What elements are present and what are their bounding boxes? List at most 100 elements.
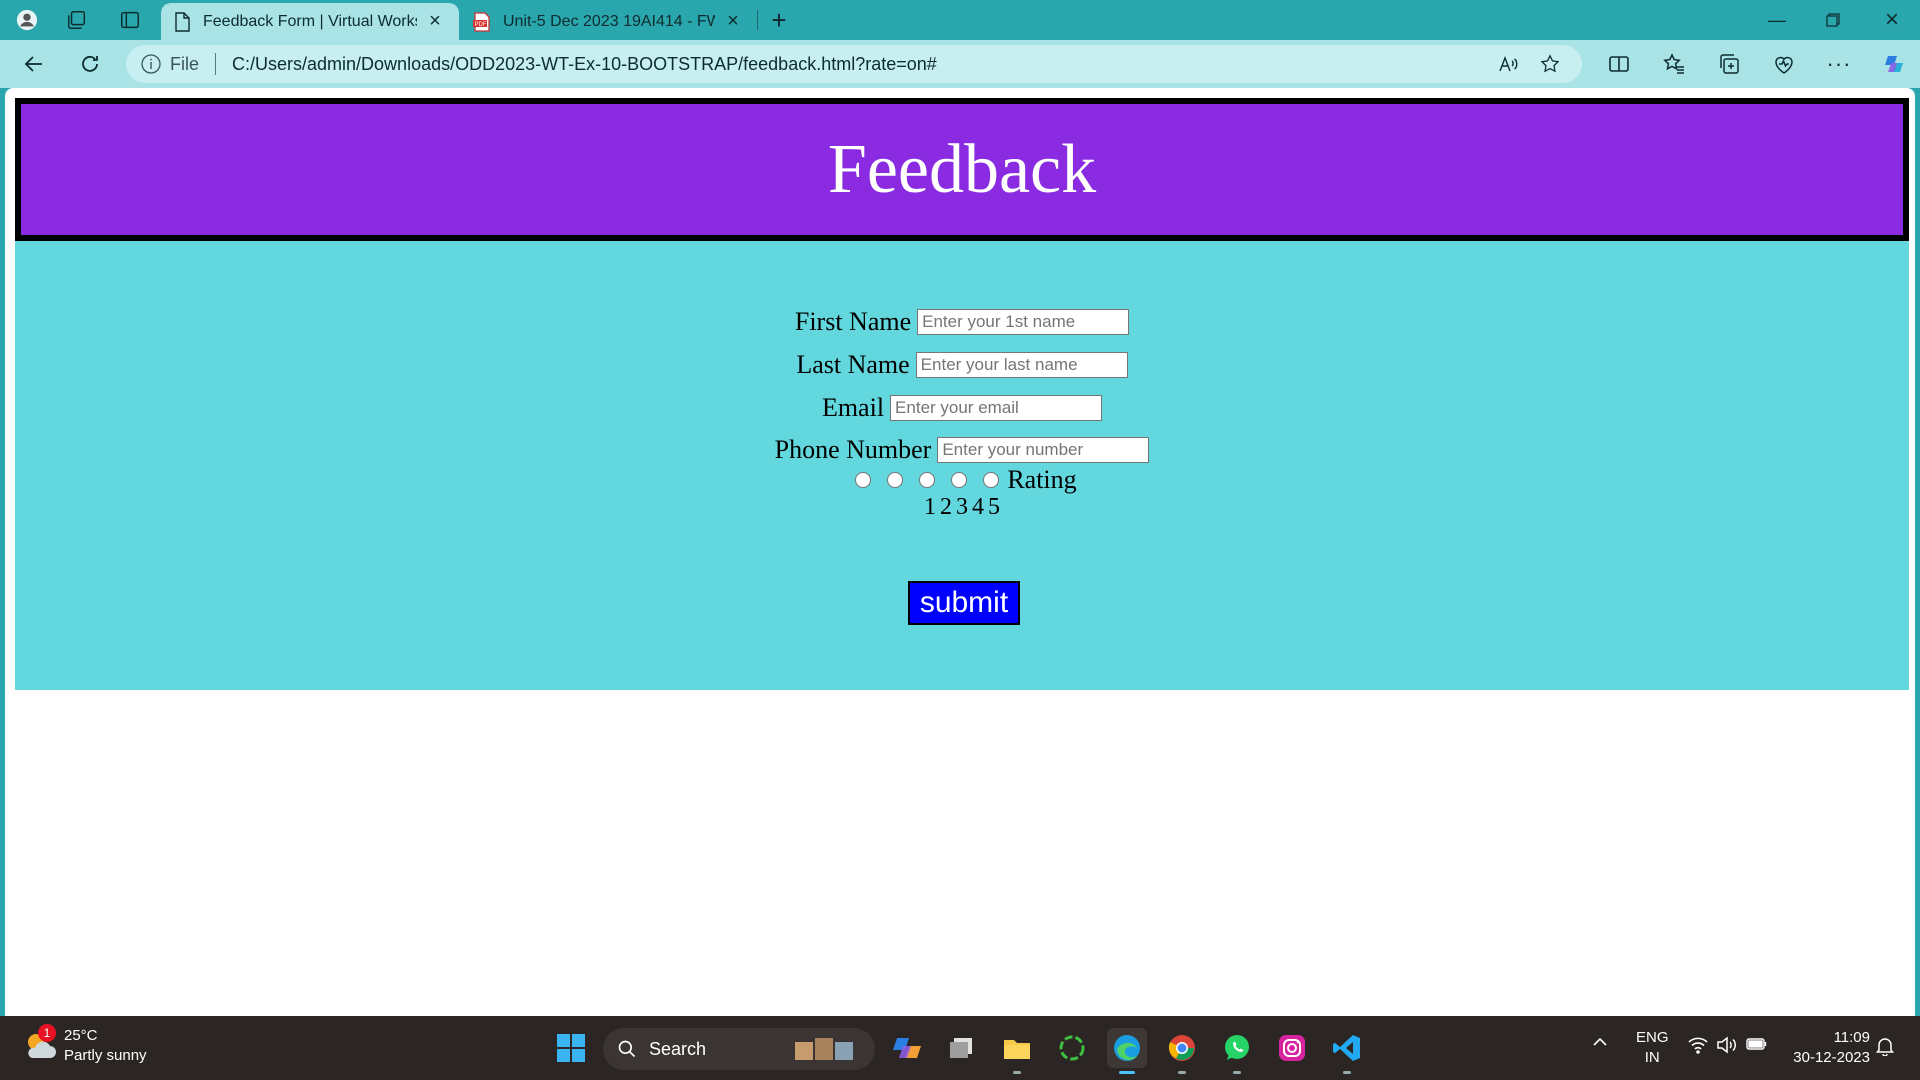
read-aloud-icon[interactable] xyxy=(1490,46,1526,82)
svg-text:PDF: PDF xyxy=(475,22,487,28)
close-window-icon[interactable]: × xyxy=(1864,0,1920,40)
profile-icon[interactable] xyxy=(7,4,47,36)
rating-radio-1[interactable] xyxy=(855,472,872,488)
rating-number: 5 xyxy=(988,494,1000,520)
page-viewport: Feedback First Name Last Name Email Phon… xyxy=(5,88,1915,1016)
page-icon xyxy=(175,11,190,32)
running-indicator xyxy=(1013,1071,1021,1074)
rating-radio-5[interactable] xyxy=(983,472,1000,488)
clock[interactable]: 11:09 30-12-2023 xyxy=(1786,1028,1870,1068)
page-header: Feedback xyxy=(15,98,1909,241)
instagram-icon[interactable] xyxy=(1272,1028,1312,1068)
rating-number: 4 xyxy=(972,494,984,520)
tab-feedback-form[interactable]: Feedback Form | Virtual Worksho × xyxy=(161,3,459,40)
copilot-taskbar-icon[interactable] xyxy=(887,1028,927,1068)
phone-label: Phone Number xyxy=(774,435,932,464)
running-indicator xyxy=(1178,1071,1186,1074)
back-icon[interactable] xyxy=(14,46,54,82)
taskbar-search[interactable]: Search xyxy=(603,1028,875,1070)
workspaces-icon[interactable] xyxy=(57,4,97,36)
first-name-input[interactable] xyxy=(917,309,1130,335)
phone-input[interactable] xyxy=(937,437,1150,463)
chrome-icon[interactable] xyxy=(1162,1028,1202,1074)
file-label: File xyxy=(170,53,200,74)
language-indicator[interactable]: ENG IN xyxy=(1636,1028,1669,1068)
collections-icon[interactable] xyxy=(1709,46,1749,82)
clock-date: 30-12-2023 xyxy=(1793,1049,1870,1066)
favorite-star-icon[interactable] xyxy=(1532,46,1568,82)
page-title: Feedback xyxy=(827,130,1097,208)
wifi-icon[interactable] xyxy=(1688,1036,1708,1058)
rating-numbers: 1 2 3 4 5 xyxy=(15,494,1909,521)
running-indicator xyxy=(1119,1071,1135,1074)
first-name-row: First Name xyxy=(15,307,1909,337)
running-indicator xyxy=(1343,1071,1351,1074)
weather-temp: 25°C xyxy=(64,1027,98,1044)
weather-badge: 1 xyxy=(38,1024,56,1042)
battery-icon[interactable] xyxy=(1746,1036,1768,1056)
tab-title: Feedback Form | Virtual Worksho xyxy=(203,12,417,30)
address-separator xyxy=(215,53,217,75)
show-hidden-icons-icon[interactable] xyxy=(1592,1034,1608,1054)
info-icon[interactable] xyxy=(140,53,162,75)
weather-widget[interactable]: 1 25°C Partly sunny xyxy=(22,1024,147,1066)
close-tab-icon[interactable]: × xyxy=(423,10,447,34)
split-screen-icon[interactable] xyxy=(1599,46,1639,82)
search-highlight-icon xyxy=(795,1038,853,1060)
submit-button[interactable]: submit xyxy=(908,581,1020,625)
tab-divider xyxy=(757,10,758,30)
notification-bell-icon[interactable] xyxy=(1876,1036,1894,1060)
taskbar: 1 25°C Partly sunny Search ENG IN 11:09 … xyxy=(0,1016,1920,1080)
email-label: Email xyxy=(821,393,885,422)
rating-radio-3[interactable] xyxy=(919,472,936,488)
language-line2: IN xyxy=(1644,1049,1660,1066)
rating-number: 2 xyxy=(940,494,952,520)
address-bar[interactable]: File C:/Users/admin/Downloads/ODD2023-WT… xyxy=(126,45,1582,83)
edge-icon[interactable] xyxy=(1107,1028,1147,1074)
restore-icon[interactable] xyxy=(1805,0,1861,40)
whatsapp-icon[interactable] xyxy=(1217,1028,1257,1074)
weather-condition: Partly sunny xyxy=(64,1047,147,1064)
task-view-icon[interactable] xyxy=(942,1028,982,1068)
refresh-icon[interactable] xyxy=(70,46,110,82)
last-name-row: Last Name xyxy=(15,350,1909,380)
close-tab-icon[interactable]: × xyxy=(721,10,745,34)
start-icon[interactable] xyxy=(551,1028,591,1068)
minimize-icon[interactable]: — xyxy=(1749,0,1805,40)
tab-pdf[interactable]: PDF Unit-5 Dec 2023 19AI414 - FWAD × xyxy=(461,3,757,40)
language-line1: ENG xyxy=(1636,1029,1669,1046)
running-indicator xyxy=(1233,1071,1241,1074)
feedback-form: First Name Last Name Email Phone Number … xyxy=(15,241,1909,690)
phone-row: Phone Number xyxy=(15,435,1909,465)
rating-label: Rating xyxy=(1007,465,1077,494)
volume-icon[interactable] xyxy=(1716,1036,1738,1058)
rating-radio-2[interactable] xyxy=(887,472,904,488)
search-icon xyxy=(618,1040,636,1058)
email-input[interactable] xyxy=(890,395,1103,421)
pdf-icon: PDF xyxy=(473,11,490,32)
clock-time: 11:09 xyxy=(1833,1029,1870,1046)
browser-toolbar: File C:/Users/admin/Downloads/ODD2023-WT… xyxy=(0,40,1920,88)
rating-radio-4[interactable] xyxy=(951,472,968,488)
vscode-icon[interactable] xyxy=(1327,1028,1367,1074)
rating-number: 1 xyxy=(924,494,936,520)
tab-actions-icon[interactable] xyxy=(110,4,150,36)
tab-title: Unit-5 Dec 2023 19AI414 - FWAD xyxy=(503,12,715,30)
rating-number: 3 xyxy=(956,494,968,520)
rating-row: Rating xyxy=(15,465,1909,495)
new-tab-icon[interactable]: + xyxy=(759,4,799,36)
last-name-label: Last Name xyxy=(796,350,910,379)
url-text[interactable]: C:/Users/admin/Downloads/ODD2023-WT-Ex-1… xyxy=(232,54,1484,75)
partly-sunny-icon: 1 xyxy=(22,1024,58,1064)
favorites-icon[interactable] xyxy=(1654,46,1694,82)
copilot-icon[interactable] xyxy=(1874,46,1914,82)
first-name-label: First Name xyxy=(794,307,912,336)
more-options-icon[interactable]: ··· xyxy=(1819,46,1859,82)
tab-bar: Feedback Form | Virtual Worksho × PDF Un… xyxy=(0,0,1920,40)
search-label: Search xyxy=(649,1038,707,1059)
email-row: Email xyxy=(15,393,1909,423)
spotify-like-icon[interactable] xyxy=(1052,1028,1092,1068)
file-explorer-icon[interactable] xyxy=(997,1028,1037,1074)
last-name-input[interactable] xyxy=(915,352,1128,378)
browser-essentials-icon[interactable] xyxy=(1764,46,1804,82)
